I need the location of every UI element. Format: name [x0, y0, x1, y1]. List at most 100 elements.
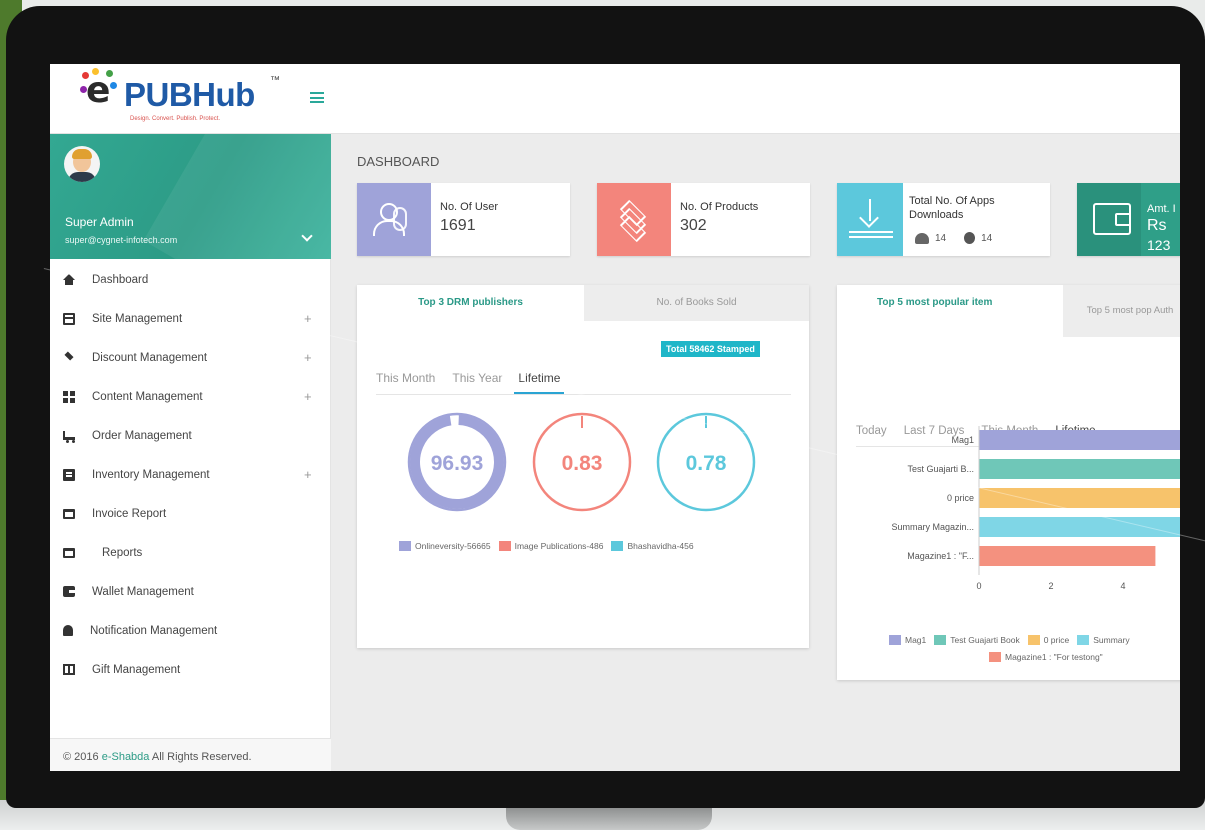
time-tab-lifetime[interactable]: Lifetime [514, 371, 565, 394]
sidebar-item-invoice-report[interactable]: Invoice Report [50, 494, 331, 533]
legend-item: Onlineversity-56665 [399, 541, 491, 551]
legend-item: Test Guajarti Book [934, 635, 1020, 645]
user-profile-panel: Super Admin super@cygnet-infotech.com [50, 134, 331, 259]
stat-value: 123 [1147, 237, 1171, 253]
bar-category-label: Magazine1 : "F... [907, 551, 974, 561]
android-icon [915, 232, 929, 244]
bell-icon [63, 625, 73, 636]
gift-icon [63, 664, 75, 675]
footer-prefix: © 2016 [63, 751, 102, 763]
stat-value: 302 [680, 217, 707, 234]
users-icon [357, 183, 431, 256]
x-tick-label: 2 [1048, 581, 1053, 591]
sidebar-item-reports[interactable]: Reports [50, 533, 331, 572]
sidebar-item-label: Order Management [92, 429, 192, 442]
popular-legend-row-2: Magazine1 : "For testong" [989, 652, 1111, 662]
bar[interactable] [979, 430, 1180, 450]
sidebar-item-label: Dashboard [92, 273, 149, 286]
sidebar-item-label: Reports [102, 546, 143, 559]
sidebar-item-wallet-management[interactable]: Wallet Management [50, 572, 331, 611]
legend-item: Bhashavidha-456 [611, 541, 694, 551]
popular-items-bar-chart: Mag1Test Guajarti B...0 priceSummary Mag… [891, 426, 1180, 591]
logo-trademark: ™ [270, 75, 280, 86]
cart-icon [63, 431, 75, 443]
stat-card-products[interactable]: No. Of Products 302 [597, 183, 810, 256]
user-name: Super Admin [65, 215, 134, 229]
download-icon [837, 183, 903, 256]
folder-icon [63, 508, 75, 519]
stat-label: No. Of User [440, 201, 499, 213]
bar[interactable] [979, 488, 1180, 508]
wallet-icon [63, 586, 75, 597]
donut-value: 0.78 [686, 452, 727, 475]
logo-tagline: Design. Convert. Publish. Protect. [130, 116, 221, 122]
android-count: 14 [935, 232, 947, 244]
legend-item: Summary [1077, 635, 1130, 645]
sidebar-item-discount-management[interactable]: Discount Management + [50, 338, 331, 377]
sidebar-item-label: Notification Management [90, 624, 218, 637]
apple-icon [964, 232, 976, 244]
avatar[interactable] [64, 146, 100, 182]
bar-category-label: 0 price [947, 493, 974, 503]
legend-item: Image Publications-486 [498, 541, 603, 551]
legend-item: Mag1 [889, 635, 926, 645]
x-tick-label: 0 [976, 581, 981, 591]
stat-label: Total No. Of Apps Downloads [909, 195, 995, 221]
folder-icon [63, 547, 75, 558]
drm-time-filter: This Month This Year Lifetime [376, 371, 791, 395]
tab-top-drm-publishers[interactable]: Top 3 DRM publishers [357, 285, 584, 321]
layers-icon [597, 183, 671, 256]
time-tab-this-month[interactable]: This Month [376, 371, 435, 394]
laptop-frame: e PUBHub ™ Design. Convert. Publish. Pro… [6, 6, 1205, 808]
donut-value: 0.83 [562, 452, 603, 475]
sidebar-item-label: Site Management [92, 312, 183, 325]
hamburger-menu-icon[interactable] [310, 92, 324, 103]
expand-plus-icon[interactable]: + [304, 467, 312, 482]
stat-card-users[interactable]: No. Of User 1691 [357, 183, 570, 256]
os-downloads: 14 14 [915, 232, 992, 244]
popular-legend: Mag1 Test Guajarti Book 0 price Summary [889, 635, 1138, 645]
stat-value: 1691 [440, 217, 476, 234]
layers-icon [63, 352, 75, 364]
sidebar-item-gift-management[interactable]: Gift Management [50, 650, 331, 689]
sidebar-item-site-management[interactable]: Site Management + [50, 299, 331, 338]
sidebar-item-label: Inventory Management [92, 468, 210, 481]
bar-category-label: Summary Magazin... [891, 522, 974, 532]
sidebar-footer: © 2016 e-Shabda All Rights Reserved. [50, 738, 331, 771]
drm-legend: Onlineversity-56665 Image Publications-4… [399, 541, 702, 551]
sidebar-item-label: Content Management [92, 390, 203, 403]
main-content: DASHBOARD No. Of User 1691 No. Of Produc… [332, 134, 1180, 771]
epubhub-logo[interactable]: e PUBHub ™ Design. Convert. Publish. Pro… [80, 68, 310, 126]
drm-panel-tabs: Top 3 DRM publishers No. of Books Sold [357, 285, 809, 321]
stat-card-app-downloads[interactable]: Total No. Of Apps Downloads 14 14 [837, 183, 1050, 256]
sidebar-menu: Dashboard Site Management + Discount Man… [50, 260, 331, 689]
popular-items-panel: Top 5 most popular item Top 5 most pop A… [837, 285, 1180, 680]
legend-item: 0 price [1027, 635, 1069, 645]
stat-currency: Rs [1147, 217, 1167, 234]
drm-publishers-panel: Top 3 DRM publishers No. of Books Sold T… [357, 285, 809, 648]
x-tick-label: 4 [1120, 581, 1125, 591]
stat-card-amount[interactable]: Amt. I Rs 123 [1077, 183, 1180, 256]
sidebar-item-inventory-management[interactable]: Inventory Management + [50, 455, 331, 494]
laptop-notch [506, 808, 712, 830]
grid-icon [63, 390, 75, 403]
sidebar-item-label: Gift Management [92, 663, 181, 676]
sidebar-item-content-management[interactable]: Content Management + [50, 377, 331, 416]
top-bar: e PUBHub ™ Design. Convert. Publish. Pro… [50, 64, 1180, 134]
stamped-total-badge: Total 58462 Stamped [661, 341, 760, 357]
bar[interactable] [979, 546, 1156, 566]
expand-plus-icon[interactable]: + [304, 311, 312, 326]
bar-category-label: Mag1 [951, 435, 974, 445]
expand-plus-icon[interactable]: + [304, 350, 312, 365]
expand-plus-icon[interactable]: + [304, 389, 312, 404]
app-screen: e PUBHub ™ Design. Convert. Publish. Pro… [50, 64, 1180, 771]
tab-books-sold[interactable]: No. of Books Sold [584, 285, 809, 321]
document-icon [63, 468, 75, 481]
sidebar-item-notification-management[interactable]: Notification Management [50, 611, 331, 650]
sidebar-item-label: Discount Management [92, 351, 208, 364]
bar[interactable] [979, 459, 1180, 479]
logo-text: PUBHub [124, 76, 255, 113]
footer-brand-link[interactable]: e-Shabda [102, 751, 150, 763]
sidebar-item-order-management[interactable]: Order Management [50, 416, 331, 455]
donut-charts: 96.93 0.83 0.78 [407, 412, 756, 512]
